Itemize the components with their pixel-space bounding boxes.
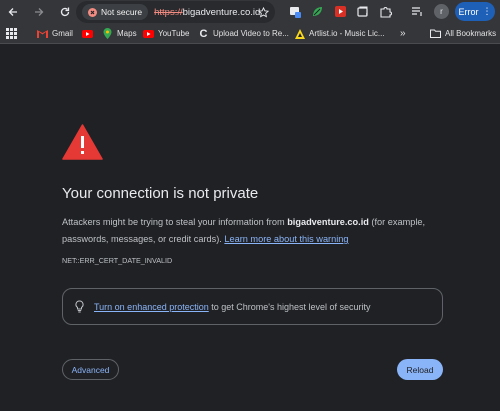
- refresh-icon: [60, 7, 70, 17]
- folder-icon: [430, 28, 441, 39]
- arrow-left-icon: [8, 8, 17, 16]
- url-host: bigadventure.co.id: [182, 6, 261, 18]
- description-text-1: Attackers might be trying to steal your …: [62, 217, 288, 227]
- artlist-icon: [294, 28, 305, 39]
- extension-window-icon[interactable]: [355, 4, 369, 18]
- media-playlist-icon[interactable]: [410, 4, 424, 18]
- not-secure-label: Not secure: [101, 7, 143, 17]
- enhanced-protection-rest: to get Chrome's highest level of securit…: [208, 301, 371, 312]
- error-label: Error: [458, 6, 479, 17]
- back-button[interactable]: [4, 3, 22, 21]
- description-host: bigadventure.co.id: [287, 217, 369, 227]
- page-title: Your connection is not private: [62, 185, 259, 202]
- bookmark-label: Maps: [117, 29, 137, 38]
- bookmark-star-icon[interactable]: [257, 5, 270, 23]
- bookmark-youtube-shortcut[interactable]: [82, 28, 93, 39]
- browser-toolbar: Not secure https://bigadventure.co.id r …: [0, 0, 500, 24]
- enhanced-protection-box: Turn on enhanced protection to get Chrom…: [62, 288, 443, 325]
- youtube-icon: [143, 28, 154, 39]
- not-secure-chip[interactable]: Not secure: [82, 4, 149, 20]
- forward-button[interactable]: [30, 3, 48, 21]
- bookmark-label: All Bookmarks: [445, 29, 497, 38]
- error-code: NET::ERR_CERT_DATE_INVALID: [62, 256, 173, 265]
- enhanced-protection-text: Turn on enhanced protection to get Chrom…: [94, 302, 371, 312]
- more-bookmarks-chevron-icon[interactable]: »: [400, 28, 406, 39]
- warning-description: Attackers might be trying to steal your …: [62, 214, 452, 248]
- error-button[interactable]: Error ⋮: [455, 2, 495, 21]
- apps-grid-icon[interactable]: [6, 28, 17, 39]
- bookmark-label: Upload Video to Re...: [213, 29, 289, 38]
- bookmark-youtube[interactable]: YouTube: [143, 28, 189, 39]
- url-text[interactable]: https://bigadventure.co.id: [154, 7, 260, 18]
- youtube-icon: [82, 28, 93, 39]
- arrow-right-icon: [35, 8, 44, 16]
- enhanced-protection-link[interactable]: Turn on enhanced protection: [94, 302, 209, 312]
- bookmark-label: YouTube: [158, 29, 190, 38]
- url-scheme: https://: [154, 6, 183, 18]
- bookmark-upload-video[interactable]: C Upload Video to Re...: [198, 27, 289, 40]
- reload-button[interactable]: Reload: [397, 359, 443, 380]
- reload-page-button[interactable]: [56, 3, 74, 21]
- bookmark-label: Artlist.io - Music Lic...: [309, 29, 385, 38]
- danger-warning-icon: [62, 124, 103, 165]
- bookmark-maps[interactable]: Maps: [102, 28, 137, 39]
- profile-avatar[interactable]: r: [434, 4, 449, 19]
- bookmarks-bar: Gmail Maps YouTube C Upload Video to Re.…: [0, 24, 500, 44]
- extension-leaf-icon[interactable]: [310, 4, 324, 18]
- warning-icon: [88, 7, 97, 17]
- c-logo-icon: C: [199, 27, 208, 40]
- extension-red-icon[interactable]: [333, 4, 347, 18]
- address-bar[interactable]: Not secure https://bigadventure.co.id: [76, 1, 275, 23]
- bookmark-label: Gmail: [52, 29, 73, 38]
- lightbulb-icon: [75, 300, 84, 313]
- bookmark-gmail[interactable]: Gmail: [37, 28, 73, 39]
- bookmark-artlist[interactable]: Artlist.io - Music Lic...: [294, 28, 385, 39]
- maps-pin-icon: [102, 28, 113, 39]
- more-vert-icon: ⋮: [482, 6, 492, 16]
- gmail-icon: [37, 28, 48, 39]
- advanced-button[interactable]: Advanced: [62, 359, 119, 380]
- learn-more-link[interactable]: Learn more about this warning: [224, 234, 348, 244]
- extension-tabs-icon[interactable]: [288, 4, 302, 18]
- extensions-puzzle-icon[interactable]: [378, 4, 392, 18]
- all-bookmarks[interactable]: All Bookmarks: [430, 28, 496, 39]
